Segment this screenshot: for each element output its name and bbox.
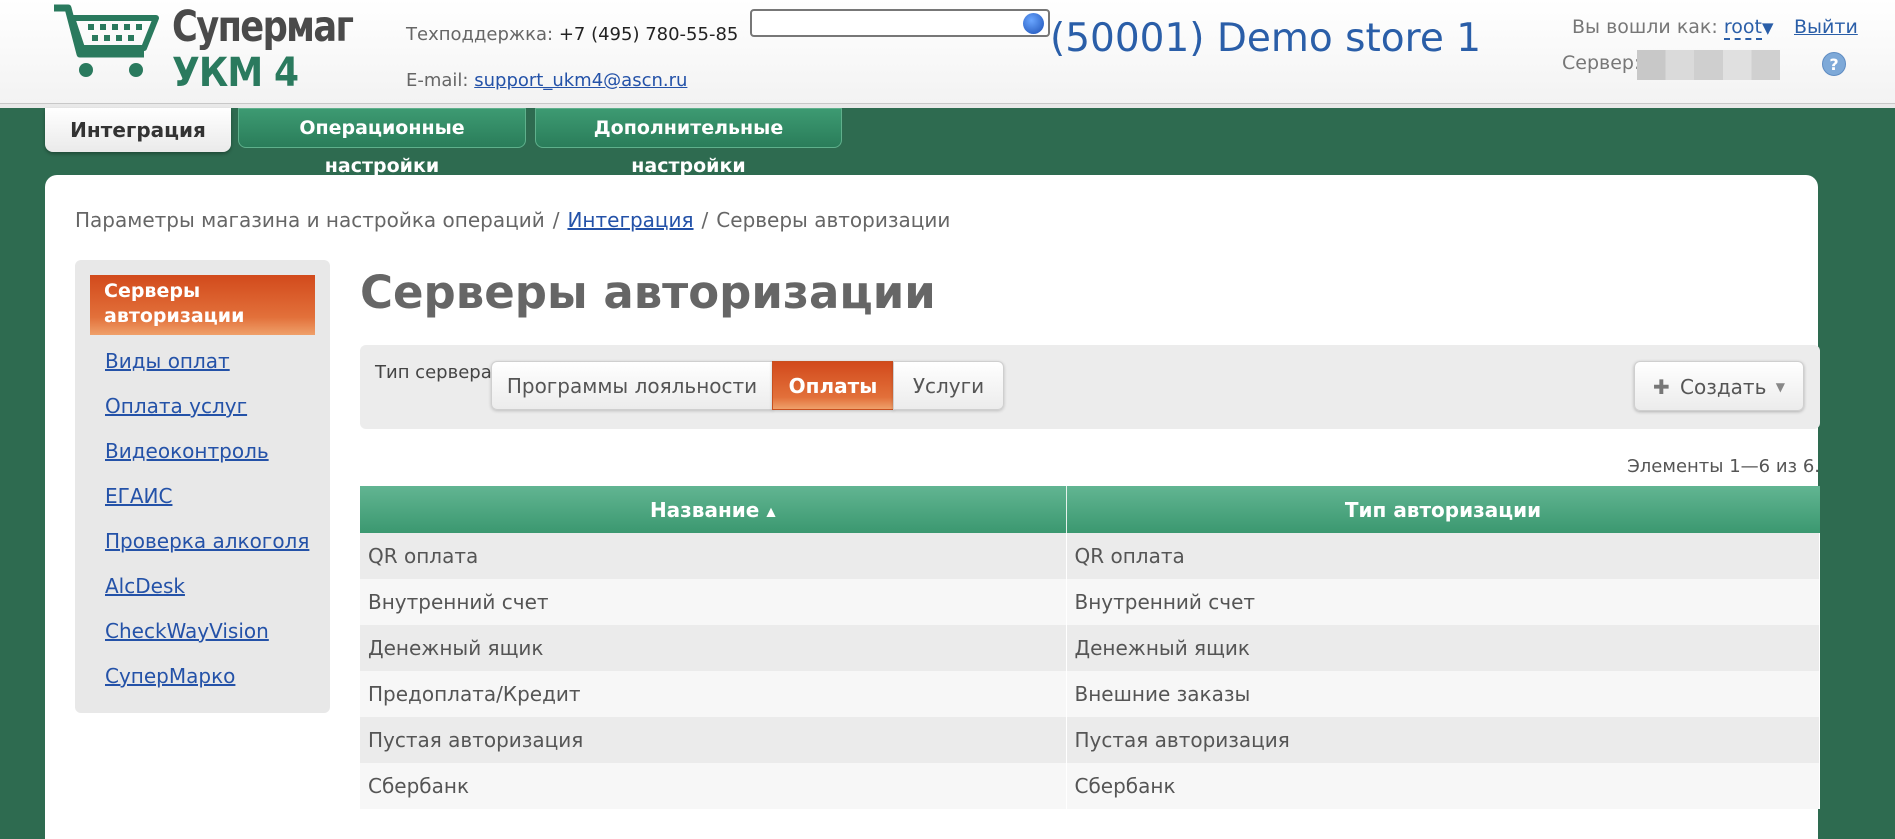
breadcrumb-integration-link[interactable]: Интеграция <box>567 208 693 232</box>
sidebar-item-egais[interactable]: ЕГАИС <box>105 484 172 508</box>
sidebar-item-supermarko[interactable]: СуперМарко <box>105 664 235 688</box>
cell-auth-type: QR оплата <box>1066 533 1820 579</box>
cell-name[interactable]: Предоплата/Кредит <box>360 671 1067 717</box>
breadcrumb-root: Параметры магазина и настройка операций <box>75 208 545 232</box>
cell-name[interactable]: QR оплата <box>360 533 1067 579</box>
support-phone: +7 (495) 780-55-85 <box>558 24 739 45</box>
cell-name[interactable]: Пустая авторизация <box>360 717 1067 763</box>
login-info: Вы вошли как: root▼ <box>1572 16 1774 40</box>
cell-auth-type: Пустая авторизация <box>1066 717 1820 763</box>
cell-auth-type: Внутренний счет <box>1066 579 1820 625</box>
sidebar-item-auth-servers[interactable]: Серверы авторизации <box>90 275 315 335</box>
servers-table: Название ▲ Тип авторизации QR оплата QR о… <box>360 486 1820 809</box>
store-name: (50001) Demo store 1 <box>1050 16 1482 61</box>
search-icon[interactable] <box>1023 13 1044 34</box>
support-info: Техподдержка: +7 (495) 780-55-85 E-mail:… <box>406 12 738 104</box>
plus-icon: ✚ <box>1653 375 1670 399</box>
breadcrumb-separator: / <box>552 208 560 232</box>
caret-down-icon[interactable]: ▼ <box>1762 19 1774 37</box>
items-count: Элементы 1—6 из 6. <box>1627 456 1820 477</box>
table-row[interactable]: Денежный ящик Денежный ящик <box>360 625 1820 671</box>
app-logo[interactable]: Супермаг УКМ 4 <box>52 2 354 98</box>
sidebar: Серверы авторизации Виды оплат Оплата ус… <box>75 260 330 713</box>
server-value-redacted <box>1637 50 1780 80</box>
create-button-label: Создать <box>1680 375 1767 399</box>
column-header-auth-type[interactable]: Тип авторизации <box>1066 486 1820 533</box>
sidebar-item-checkwayvision[interactable]: CheckWayVision <box>105 619 269 643</box>
create-button[interactable]: ✚ Создать ▼ <box>1634 361 1804 411</box>
sidebar-item-alcohol-check[interactable]: Проверка алкоголя <box>105 529 309 553</box>
support-email-link[interactable]: support_ukm4@ascn.ru <box>474 70 687 91</box>
server-label: Сервер: <box>1562 52 1641 74</box>
sidebar-item-alcdesk[interactable]: AlcDesk <box>105 574 185 598</box>
user-menu[interactable]: root <box>1723 16 1762 40</box>
tab-integration[interactable]: Интеграция <box>45 108 231 152</box>
sidebar-item-video-control[interactable]: Видеоконтроль <box>105 439 269 463</box>
table-row[interactable]: Внутренний счет Внутренний счет <box>360 579 1820 625</box>
dropdown-caret-icon: ▼ <box>1775 380 1785 394</box>
logout-link[interactable]: Выйти <box>1794 16 1858 38</box>
breadcrumb-current: Серверы авторизации <box>716 208 951 232</box>
page-title: Серверы авторизации <box>360 266 936 319</box>
sidebar-item-service-payment[interactable]: Оплата услуг <box>105 394 247 418</box>
tab-additional-settings[interactable]: Дополнительные настройки <box>535 108 842 177</box>
email-label: E-mail: <box>406 70 469 91</box>
server-type-services-button[interactable]: Услуги <box>893 361 1004 410</box>
column-header-name-label: Название <box>649 497 760 522</box>
cell-name[interactable]: Денежный ящик <box>360 625 1067 671</box>
login-label: Вы вошли как: <box>1572 16 1718 38</box>
cell-auth-type: Денежный ящик <box>1066 625 1820 671</box>
search-input[interactable] <box>750 9 1050 37</box>
shopping-cart-icon <box>54 4 159 77</box>
tab-operational-settings[interactable]: Операционные настройки <box>238 108 526 177</box>
sidebar-item-payment-types[interactable]: Виды оплат <box>105 349 230 373</box>
cell-name[interactable]: Внутренний счет <box>360 579 1067 625</box>
table-row[interactable]: QR оплата QR оплата <box>360 533 1820 579</box>
cell-name[interactable]: Сбербанк <box>360 763 1067 809</box>
app-header: Супермаг УКМ 4 Техподдержка: +7 (495) 78… <box>0 0 1895 104</box>
table-row[interactable]: Пустая авторизация Пустая авторизация <box>360 717 1820 763</box>
server-type-loyalty-button[interactable]: Программы лояльности <box>491 361 773 410</box>
table-row[interactable]: Сбербанк Сбербанк <box>360 763 1820 809</box>
table-header-row: Название ▲ Тип авторизации <box>360 486 1820 533</box>
breadcrumb-separator: / <box>701 208 709 232</box>
table-row[interactable]: Предоплата/Кредит Внешние заказы <box>360 671 1820 717</box>
cell-auth-type: Внешние заказы <box>1066 671 1820 717</box>
server-type-label: Тип сервера: <box>375 362 498 383</box>
server-type-payments-button[interactable]: Оплаты <box>772 361 894 410</box>
column-header-name[interactable]: Название ▲ <box>360 486 1067 533</box>
logo-title: Супермаг <box>172 2 354 52</box>
support-label: Техподдержка: <box>406 24 554 45</box>
cell-auth-type: Сбербанк <box>1066 763 1820 809</box>
sort-ascending-icon: ▲ <box>766 504 776 518</box>
breadcrumb: Параметры магазина и настройка операций /… <box>75 208 950 232</box>
help-icon[interactable]: ? <box>1822 52 1846 76</box>
logo-subtitle: УКМ 4 <box>172 50 299 96</box>
